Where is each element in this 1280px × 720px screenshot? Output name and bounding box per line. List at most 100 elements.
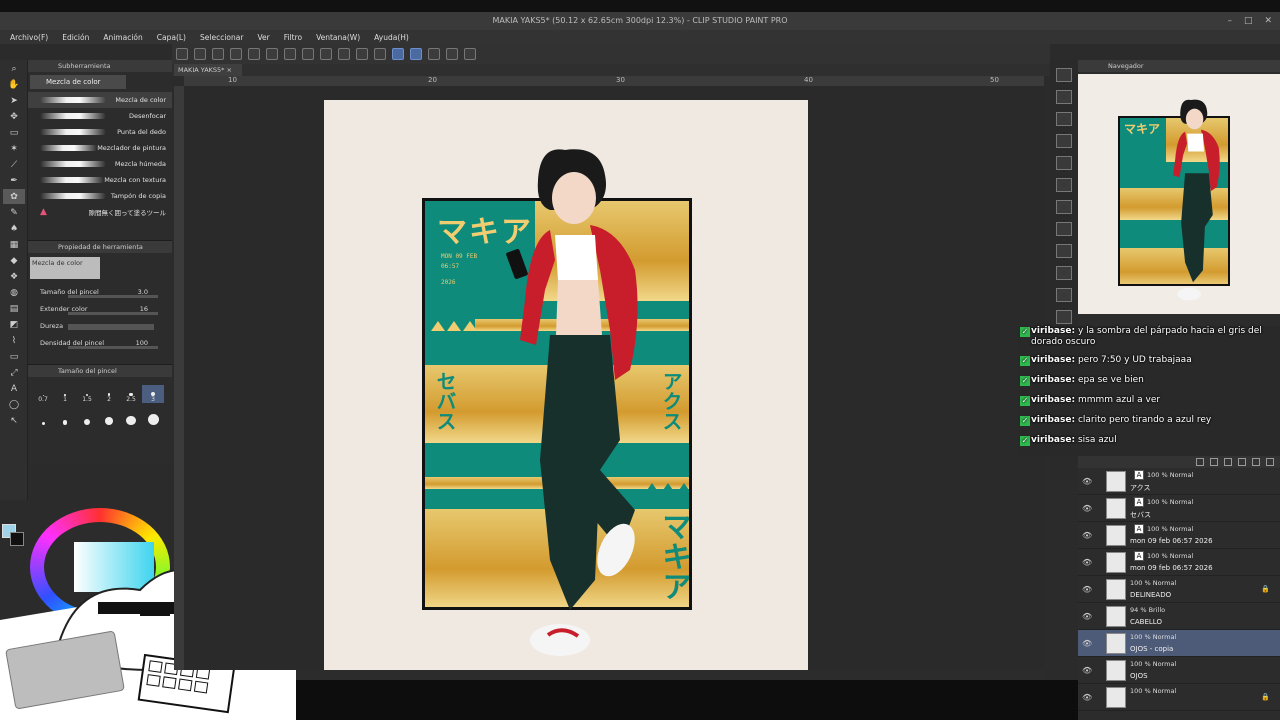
decoration-tool-icon[interactable]: ❖ xyxy=(3,269,25,284)
brush-size-option[interactable] xyxy=(120,407,142,425)
lock-icon[interactable]: 🔒 xyxy=(1261,693,1270,701)
balloon-tool-icon[interactable]: ◯ xyxy=(3,397,25,412)
layer-row[interactable]: 👁 94 % Brillo CABELLO xyxy=(1078,603,1280,630)
eyedropper-tool-icon[interactable]: ⟋ xyxy=(3,157,25,172)
layer-row[interactable]: 👁 A 100 % Normal アクス xyxy=(1078,468,1280,495)
clip-layer-icon[interactable] xyxy=(1238,458,1246,466)
snap-special-ruler-button[interactable] xyxy=(410,48,422,60)
prop-slider[interactable] xyxy=(68,295,158,298)
selection-tool-icon[interactable]: ▭ xyxy=(3,125,25,140)
object-tool-icon[interactable]: ➤ xyxy=(3,93,25,108)
brush-size-option[interactable] xyxy=(32,407,54,425)
maximize-icon[interactable]: □ xyxy=(1244,16,1253,26)
settings-button[interactable] xyxy=(302,48,314,60)
subtool-item[interactable]: Mezcla con textura xyxy=(28,172,172,188)
gradient-tool-icon[interactable]: ▤ xyxy=(3,301,25,316)
fill-button[interactable] xyxy=(338,48,350,60)
document-tab[interactable]: MAKIA YAKS5* × xyxy=(174,64,242,76)
menu-capa[interactable]: Capa(L) xyxy=(157,33,186,42)
layer-visibility-icon[interactable]: 👁 xyxy=(1082,585,1092,594)
blend-tool-icon[interactable]: ✿ xyxy=(3,189,25,204)
lock-icon[interactable]: 🔒 xyxy=(1261,585,1270,593)
export-button[interactable] xyxy=(230,48,242,60)
dock-material-icon[interactable] xyxy=(1056,200,1072,214)
transform-button[interactable] xyxy=(320,48,332,60)
vector-tool-icon[interactable]: ⤢ xyxy=(3,365,25,380)
invert-selection-button[interactable] xyxy=(374,48,386,60)
dock-material-icon[interactable] xyxy=(1056,266,1072,280)
minimize-icon[interactable]: – xyxy=(1227,16,1232,26)
dock-material-icon[interactable] xyxy=(1056,310,1072,324)
layer-visibility-icon[interactable]: 👁 xyxy=(1082,477,1092,486)
subtool-group-tab[interactable]: Mezcla de color xyxy=(30,75,126,89)
prop-brush-size[interactable]: Tamaño del pincel 3.0 xyxy=(28,283,172,300)
prop-brush-density[interactable]: Densidad del pincel 100 xyxy=(28,334,172,351)
save-button[interactable] xyxy=(212,48,224,60)
prop-slider[interactable] xyxy=(68,324,154,330)
close-tab-icon[interactable]: × xyxy=(227,66,232,74)
close-icon[interactable]: ✕ xyxy=(1264,16,1272,26)
zoom-tool-icon[interactable]: ⌕ xyxy=(3,61,25,76)
navigator-preview[interactable]: マキア xyxy=(1078,74,1280,314)
dock-material-icon[interactable] xyxy=(1056,156,1072,170)
layer-row[interactable]: 👁 A 100 % Normal mon 09 feb 06:57 2026 xyxy=(1078,549,1280,576)
pencil-tool-icon[interactable]: ✎ xyxy=(3,205,25,220)
prop-slider[interactable] xyxy=(68,346,158,349)
hand-tool-icon[interactable]: ✋ xyxy=(3,77,25,92)
subtool-item[interactable]: Punta del dedo xyxy=(28,124,172,140)
frame-tool-icon[interactable]: ⌇ xyxy=(3,333,25,348)
layer-visibility-icon[interactable]: 👁 xyxy=(1082,639,1092,648)
snap-ruler-button[interactable] xyxy=(392,48,404,60)
snap-grid-button[interactable] xyxy=(428,48,440,60)
eraser-tool-icon[interactable]: ◆ xyxy=(3,253,25,268)
brush-size-option[interactable]: 1 xyxy=(54,385,76,403)
ruler-tool-icon[interactable]: ▭ xyxy=(3,349,25,364)
prop-extend-color[interactable]: Extender color 16 xyxy=(28,300,172,317)
menu-filtro[interactable]: Filtro xyxy=(284,33,302,42)
subtool-item[interactable]: Mezcla de color xyxy=(28,92,172,108)
brush-size-option[interactable] xyxy=(76,407,98,425)
subtool-item[interactable]: Desenfocar xyxy=(28,108,172,124)
menu-animacion[interactable]: Animación xyxy=(103,33,142,42)
layer-row[interactable]: 👁 100 % Normal 🔒 xyxy=(1078,684,1280,711)
layer-row[interactable]: 👁 A 100 % Normal セバス xyxy=(1078,495,1280,522)
brush-size-option[interactable] xyxy=(54,407,76,425)
brush-size-option[interactable]: 0.7 xyxy=(32,385,54,403)
redo-button[interactable] xyxy=(284,48,296,60)
layer-visibility-icon[interactable]: 👁 xyxy=(1082,666,1092,675)
brush-size-option[interactable] xyxy=(98,407,120,425)
menu-archivo[interactable]: Archivo(F) xyxy=(10,33,48,42)
new-file-button[interactable] xyxy=(176,48,188,60)
auto-select-tool-icon[interactable]: ✶ xyxy=(3,141,25,156)
text-tool-icon[interactable]: A xyxy=(3,381,25,396)
subtool-item[interactable]: ▲ 隙間無く囲って塗るツール xyxy=(28,204,172,220)
airbrush-tool-icon[interactable]: ▦ xyxy=(3,237,25,252)
horizontal-ruler[interactable]: 10 20 30 40 50 xyxy=(184,76,1044,86)
new-folder-icon[interactable] xyxy=(1224,458,1232,466)
layer-visibility-icon[interactable]: 👁 xyxy=(1082,531,1092,540)
brush-size-option[interactable]: 2.5 xyxy=(120,385,142,403)
menu-ver[interactable]: Ver xyxy=(257,33,269,42)
dock-material-icon[interactable] xyxy=(1056,112,1072,126)
dock-material-icon[interactable] xyxy=(1056,222,1072,236)
brush-size-option[interactable]: 3 xyxy=(142,385,164,403)
vertical-ruler[interactable] xyxy=(174,86,184,670)
undo-button[interactable] xyxy=(266,48,278,60)
brush-size-option[interactable]: 2 xyxy=(98,385,120,403)
subtool-item[interactable]: Mezclador de pintura xyxy=(28,140,172,156)
pen-tool-icon[interactable]: ✒ xyxy=(3,173,25,188)
open-file-button[interactable] xyxy=(194,48,206,60)
brush-size-option[interactable]: 1.5 xyxy=(76,385,98,403)
layer-visibility-icon[interactable]: 👁 xyxy=(1082,504,1092,513)
layer-visibility-icon[interactable]: 👁 xyxy=(1082,612,1092,621)
new-raster-layer-icon[interactable] xyxy=(1196,458,1204,466)
subtool-item[interactable]: Tampón de copia xyxy=(28,188,172,204)
dock-material-icon[interactable] xyxy=(1056,134,1072,148)
figure-tool-icon[interactable]: ◩ xyxy=(3,317,25,332)
merge-layer-icon[interactable] xyxy=(1252,458,1260,466)
dock-navigator-icon[interactable] xyxy=(1056,68,1072,82)
prop-hardness[interactable]: Dureza xyxy=(28,317,172,334)
layer-row[interactable]: 👁 100 % Normal OJOS - copia xyxy=(1078,630,1280,657)
correct-line-tool-icon[interactable]: ↖ xyxy=(3,413,25,428)
menu-ventana[interactable]: Ventana(W) xyxy=(316,33,360,42)
